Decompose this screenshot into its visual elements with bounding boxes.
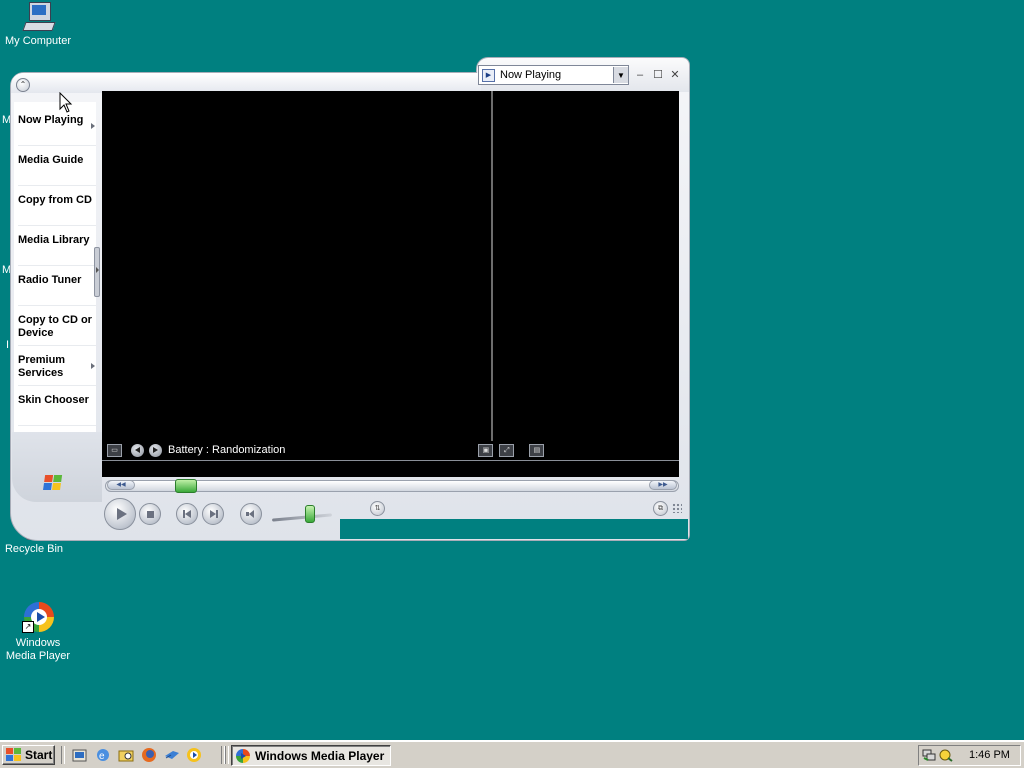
- desktop-icon-label: Recycle Bin: [4, 543, 64, 555]
- nav-item-media-guide[interactable]: Media Guide: [18, 150, 96, 186]
- seek-thumb[interactable]: [175, 479, 198, 493]
- system-tray: 1:46 PM: [918, 745, 1021, 766]
- chevron-right-icon: [96, 267, 99, 273]
- desktop-icon-label: My Computer: [4, 35, 72, 47]
- chevron-down-icon[interactable]: ▼: [613, 67, 628, 83]
- nav-item-label: Premium Services: [18, 354, 66, 379]
- desktop-icon-my-computer[interactable]: My Computer: [0, 2, 76, 48]
- now-playing-icon: ▶: [482, 68, 495, 82]
- desktop-icon-label: Windows Media Player: [5, 637, 71, 662]
- window-edge-cutout: [340, 519, 688, 539]
- windows-media-player-icon[interactable]: [186, 747, 202, 763]
- visualization-toggle-icon[interactable]: ▭: [107, 443, 122, 457]
- status-strip: [102, 460, 679, 461]
- next-icon: [209, 510, 218, 518]
- visualization-pane[interactable]: ▭ Battery : Randomization ▣ ⤢ ▤: [102, 91, 679, 477]
- windows-taskbar: Start e Windows Media Player 1:46 PM: [0, 740, 1024, 768]
- play-icon: [116, 508, 127, 520]
- toolbar-separator: [225, 746, 229, 764]
- nav-item-now-playing[interactable]: Now Playing: [18, 110, 96, 146]
- outlook-express-icon[interactable]: [164, 747, 180, 763]
- next-button[interactable]: [202, 503, 224, 525]
- windows-logo-icon: [6, 748, 22, 762]
- task-button-windows-media-player[interactable]: Windows Media Player: [231, 745, 391, 766]
- nav-item-premium-services[interactable]: Premium Services: [18, 350, 96, 386]
- close-button[interactable]: ✕: [669, 69, 681, 81]
- network-icon[interactable]: [922, 748, 937, 762]
- clock[interactable]: 1:46 PM: [969, 749, 1010, 761]
- toolbar-separator: [61, 746, 65, 764]
- task-button-label: Windows Media Player: [255, 748, 385, 763]
- nav-item-copy-from-cd[interactable]: Copy from CD: [18, 190, 96, 226]
- playlist-toggle-icon[interactable]: ▤: [529, 443, 545, 457]
- stop-button[interactable]: [139, 503, 161, 525]
- play-button[interactable]: [104, 498, 136, 530]
- fast-forward-icon[interactable]: ▶▶: [649, 480, 677, 490]
- feature-taskbar: Now Playing Media Guide Copy from CD Med…: [14, 102, 96, 432]
- nav-item-label: Skin Chooser: [18, 394, 89, 406]
- view-selector-dropdown[interactable]: ▶ Now Playing ▼: [478, 65, 629, 85]
- playlist-divider[interactable]: [491, 91, 493, 441]
- nav-footer: [12, 432, 102, 502]
- nav-item-copy-to-cd-or-device[interactable]: Copy to CD or Device: [18, 310, 96, 346]
- nav-item-label: Now Playing: [18, 114, 84, 126]
- firefox-icon[interactable]: [141, 747, 157, 763]
- view-selector-value: Now Playing: [500, 69, 562, 81]
- show-desktop-icon[interactable]: [72, 747, 88, 763]
- nav-item-label: Media Library: [18, 234, 90, 246]
- chevron-right-icon: [91, 363, 95, 369]
- nav-item-radio-tuner[interactable]: Radio Tuner: [18, 270, 96, 306]
- wmp-window: ⌃ ▶ Now Playing ▼ ‒ ☐ ✕ Now Playing Medi…: [10, 57, 690, 541]
- windows-logo-icon: [43, 475, 63, 491]
- seek-bar[interactable]: ◀◀ ▶▶: [105, 479, 679, 493]
- nav-item-label: Copy to CD or Device: [18, 314, 92, 339]
- compact-mode-button[interactable]: ⧉: [653, 501, 668, 516]
- equalizer-toggle-icon[interactable]: ▣: [478, 443, 494, 457]
- shuffle-toggle-icon[interactable]: ⤢: [499, 443, 515, 457]
- resize-grip[interactable]: [672, 503, 682, 513]
- svg-text:e: e: [99, 751, 105, 762]
- windows-media-player-icon: [236, 748, 250, 763]
- rewind-icon[interactable]: ◀◀: [107, 480, 135, 490]
- wmp-title-bar[interactable]: [11, 73, 481, 93]
- visualization-name: Battery : Randomization: [168, 444, 286, 456]
- nav-item-label: Media Guide: [18, 154, 84, 166]
- mute-button[interactable]: [240, 503, 262, 525]
- maximize-button[interactable]: ☐: [652, 69, 664, 81]
- nav-item-label: Copy from CD: [18, 194, 92, 206]
- next-visualization-button[interactable]: [149, 443, 162, 457]
- previous-icon: [182, 510, 192, 518]
- equalizer-button[interactable]: ⇅: [370, 501, 385, 516]
- visualization-controls: ▭ Battery : Randomization ▣ ⤢ ▤: [102, 441, 679, 459]
- start-button[interactable]: Start: [2, 745, 55, 765]
- nav-item-label: Radio Tuner: [18, 274, 82, 286]
- minimize-button[interactable]: ‒: [634, 69, 646, 81]
- windows-media-player-icon: ↗: [22, 602, 54, 634]
- start-label: Start: [25, 748, 53, 762]
- skin-mode-button[interactable]: ⌃: [16, 78, 30, 92]
- explorer-icon[interactable]: [118, 747, 134, 763]
- previous-visualization-button[interactable]: [131, 443, 144, 457]
- desktop-icon-windows-media-player[interactable]: ↗ Windows Media Player: [0, 602, 76, 663]
- internet-explorer-icon[interactable]: e: [95, 747, 111, 763]
- nav-item-media-library[interactable]: Media Library: [18, 230, 96, 266]
- computer-icon: [22, 2, 56, 32]
- partial-desktop-label: I: [6, 339, 10, 351]
- previous-button[interactable]: [176, 503, 198, 525]
- volume-thumb[interactable]: [305, 505, 315, 523]
- stop-icon: [146, 510, 154, 518]
- chevron-right-icon: [91, 123, 95, 129]
- security-icon[interactable]: [939, 748, 954, 762]
- speaker-icon: [246, 510, 256, 518]
- nav-item-skin-chooser[interactable]: Skin Chooser: [18, 390, 96, 426]
